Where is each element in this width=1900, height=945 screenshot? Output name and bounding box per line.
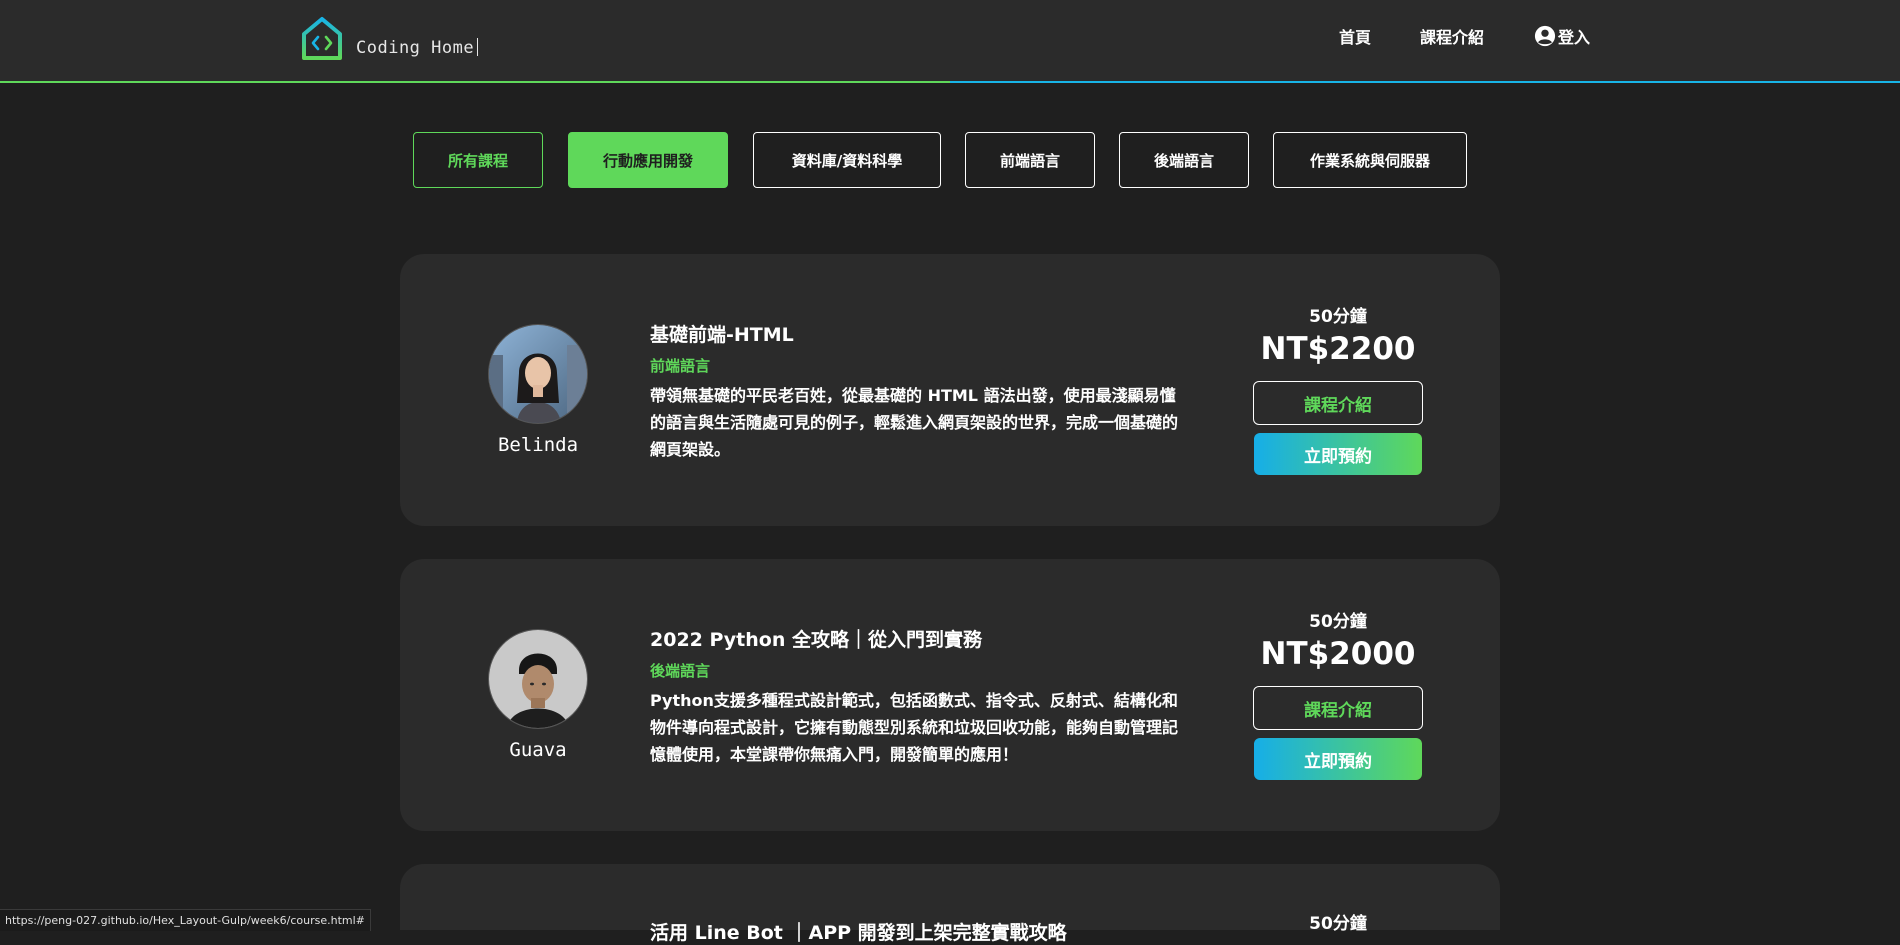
teacher-name: Guava xyxy=(509,739,567,761)
course-duration: 50分鐘 xyxy=(1309,612,1367,632)
course-duration: 50分鐘 xyxy=(1309,307,1367,327)
course-pricing: 50分鐘 xyxy=(1253,909,1423,934)
user-circle-icon xyxy=(1534,25,1556,47)
site-header: Coding Home 首頁 課程介紹 登入 xyxy=(0,0,1900,83)
course-intro-button[interactable]: 課程介紹 xyxy=(1253,686,1423,730)
logo-text: Coding Home xyxy=(356,38,478,58)
book-now-button[interactable]: 立即預約 xyxy=(1254,433,1422,475)
tab-database-data-science[interactable]: 資料庫/資料科學 xyxy=(753,132,941,188)
course-info: 基礎前端-HTML 前端語言 帶領無基礎的平民老百姓，從最基礎的 HTML 語法… xyxy=(650,320,1190,463)
course-pricing: 50分鐘 NT$2000 課程介紹 立即預約 xyxy=(1253,607,1423,780)
tab-mobile-app[interactable]: 行動應用開發 xyxy=(568,132,728,188)
course-price: NT$2000 xyxy=(1260,636,1416,672)
course-price: NT$2200 xyxy=(1260,331,1416,367)
course-description: 帶領無基礎的平民老百姓，從最基礎的 HTML 語法出發，使用最淺顯易懂的語言與生… xyxy=(650,386,1179,459)
teacher-name: Belinda xyxy=(497,434,579,456)
course-title: 基礎前端-HTML xyxy=(650,324,794,346)
house-code-icon xyxy=(302,17,342,60)
tab-all-courses[interactable]: 所有課程 xyxy=(413,132,543,188)
nav-courses-link[interactable]: 課程介紹 xyxy=(1420,24,1484,48)
course-card: Belinda 基礎前端-HTML 前端語言 帶領無基礎的平民老百姓，從最基礎的… xyxy=(400,254,1500,526)
course-duration: 50分鐘 xyxy=(1309,914,1367,934)
teacher-photo-guava xyxy=(489,630,587,728)
course-category: 後端語言 xyxy=(650,662,711,680)
tab-frontend[interactable]: 前端語言 xyxy=(965,132,1095,188)
course-info: 2022 Python 全攻略｜從入門到實務 後端語言 Python支援多種程式… xyxy=(650,625,1190,768)
tab-os-servers[interactable]: 作業系統與伺服器 xyxy=(1273,132,1467,188)
course-category: 前端語言 xyxy=(650,357,711,375)
nav-login-label: 登入 xyxy=(1558,28,1591,47)
course-card: Guava 2022 Python 全攻略｜從入門到實務 後端語言 Python… xyxy=(400,559,1500,831)
teacher-photo-belinda xyxy=(489,325,587,423)
tab-backend[interactable]: 後端語言 xyxy=(1119,132,1249,188)
course-info: 活用 Line Bot ｜APP 開發到上架完整實戰攻略 xyxy=(650,918,1190,945)
teacher-avatar xyxy=(488,324,588,424)
course-intro-button[interactable]: 課程介紹 xyxy=(1253,381,1423,425)
nav-home-link[interactable]: 首頁 xyxy=(1339,24,1371,48)
teacher-profile: Guava xyxy=(488,629,588,761)
teacher-avatar xyxy=(488,629,588,729)
logo[interactable]: Coding Home xyxy=(300,16,478,62)
course-description: Python支援多種程式設計範式，包括函數式、指令式、反射式、結構化和物件導向程… xyxy=(650,691,1179,764)
course-pricing: 50分鐘 NT$2200 課程介紹 立即預約 xyxy=(1253,302,1423,475)
nav-login-link[interactable]: 登入 xyxy=(1534,24,1590,48)
book-now-button[interactable]: 立即預約 xyxy=(1254,738,1422,780)
teacher-profile: Belinda xyxy=(488,324,588,456)
header-divider xyxy=(0,81,1900,83)
course-card: 活用 Line Bot ｜APP 開發到上架完整實戰攻略 50分鐘 xyxy=(400,864,1500,944)
course-filter-tabs: 所有課程 行動應用開發 資料庫/資料科學 前端語言 後端語言 作業系統與伺服器 xyxy=(0,132,1900,190)
course-title: 活用 Line Bot ｜APP 開發到上架完整實戰攻略 xyxy=(650,922,1067,944)
course-title: 2022 Python 全攻略｜從入門到實務 xyxy=(650,629,982,651)
browser-status-url: https://peng-027.github.io/Hex_Layout-Gu… xyxy=(0,909,371,931)
